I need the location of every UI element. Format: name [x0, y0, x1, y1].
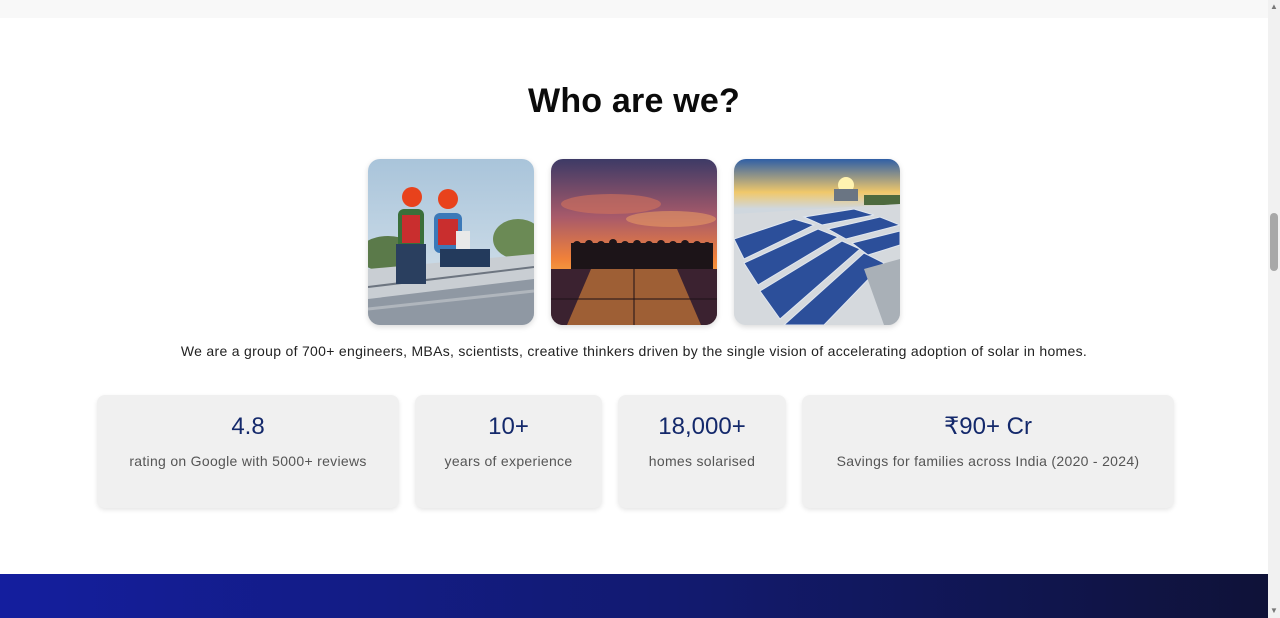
photo-gallery [368, 159, 900, 325]
previous-section-edge [0, 0, 1268, 18]
stat-card-homes: 18,000+ homes solarised [618, 395, 786, 508]
stat-value: 4.8 [231, 413, 265, 440]
stat-label: years of experience [444, 453, 573, 469]
stat-card-experience: 10+ years of experience [415, 395, 602, 508]
photo-engineers-installing-panels [368, 159, 534, 325]
stat-value: 10+ [488, 413, 529, 440]
stat-label: rating on Google with 5000+ reviews [129, 453, 367, 469]
page-scrollbar[interactable]: ▲ ▼ [1268, 0, 1280, 618]
section-title: Who are we? [528, 82, 740, 120]
stat-label: Savings for families across India (2020 … [836, 453, 1140, 469]
stat-card-rating: 4.8 rating on Google with 5000+ reviews [97, 395, 399, 508]
stat-card-savings: ₹90+ Cr Savings for families across Indi… [802, 395, 1174, 508]
next-section-banner [0, 574, 1268, 618]
stat-value: 18,000+ [658, 413, 746, 440]
photo-team-silhouette-sunset [551, 159, 717, 325]
page-viewport: Who are we? We are a group of 700+ engin… [0, 0, 1268, 618]
intro-text: We are a group of 700+ engineers, MBAs, … [180, 343, 1088, 359]
scrollbar-thumb[interactable] [1270, 213, 1278, 271]
stats-row: 4.8 rating on Google with 5000+ reviews … [97, 395, 1174, 508]
stat-value: ₹90+ Cr [944, 413, 1032, 440]
scroll-down-arrow-icon[interactable]: ▼ [1268, 604, 1280, 618]
stat-label: homes solarised [648, 453, 756, 469]
scroll-up-arrow-icon[interactable]: ▲ [1268, 0, 1280, 14]
photo-rooftop-solar-array [734, 159, 900, 325]
